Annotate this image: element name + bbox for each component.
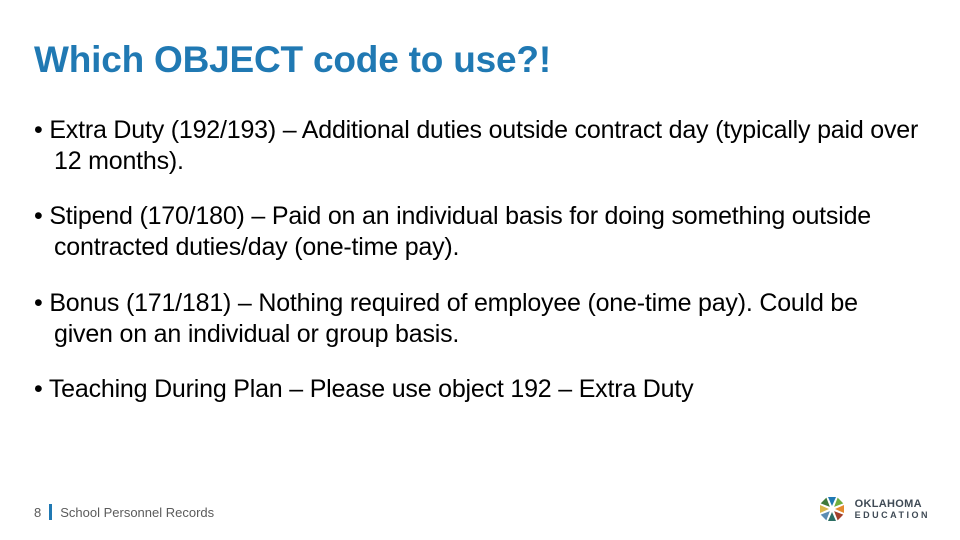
logo-line2: EDUCATION (855, 511, 930, 520)
oklahoma-education-logo: OKLAHOMA EDUCATION (815, 492, 930, 526)
bullet-list: Extra Duty (192/193) – Additional duties… (34, 115, 920, 406)
slide: Which OBJECT code to use?! Extra Duty (1… (0, 0, 960, 540)
logo-line1: OKLAHOMA (855, 499, 930, 510)
list-item: Stipend (170/180) – Paid on an individua… (34, 201, 920, 264)
footer: 8 School Personnel Records (34, 504, 214, 520)
list-item: Teaching During Plan – Please use object… (34, 374, 920, 405)
petal-icon (828, 497, 836, 506)
petal-icon (828, 512, 836, 521)
logo-text: OKLAHOMA EDUCATION (855, 499, 930, 520)
petal-icon (820, 505, 829, 513)
list-item: Extra Duty (192/193) – Additional duties… (34, 115, 920, 178)
logo-mark-icon (815, 492, 849, 526)
footer-label: School Personnel Records (60, 505, 214, 520)
footer-divider-icon (49, 504, 52, 520)
slide-title: Which OBJECT code to use?! (34, 40, 920, 81)
petal-icon (835, 505, 844, 513)
list-item: Bonus (171/181) – Nothing required of em… (34, 288, 920, 351)
page-number: 8 (34, 505, 41, 520)
